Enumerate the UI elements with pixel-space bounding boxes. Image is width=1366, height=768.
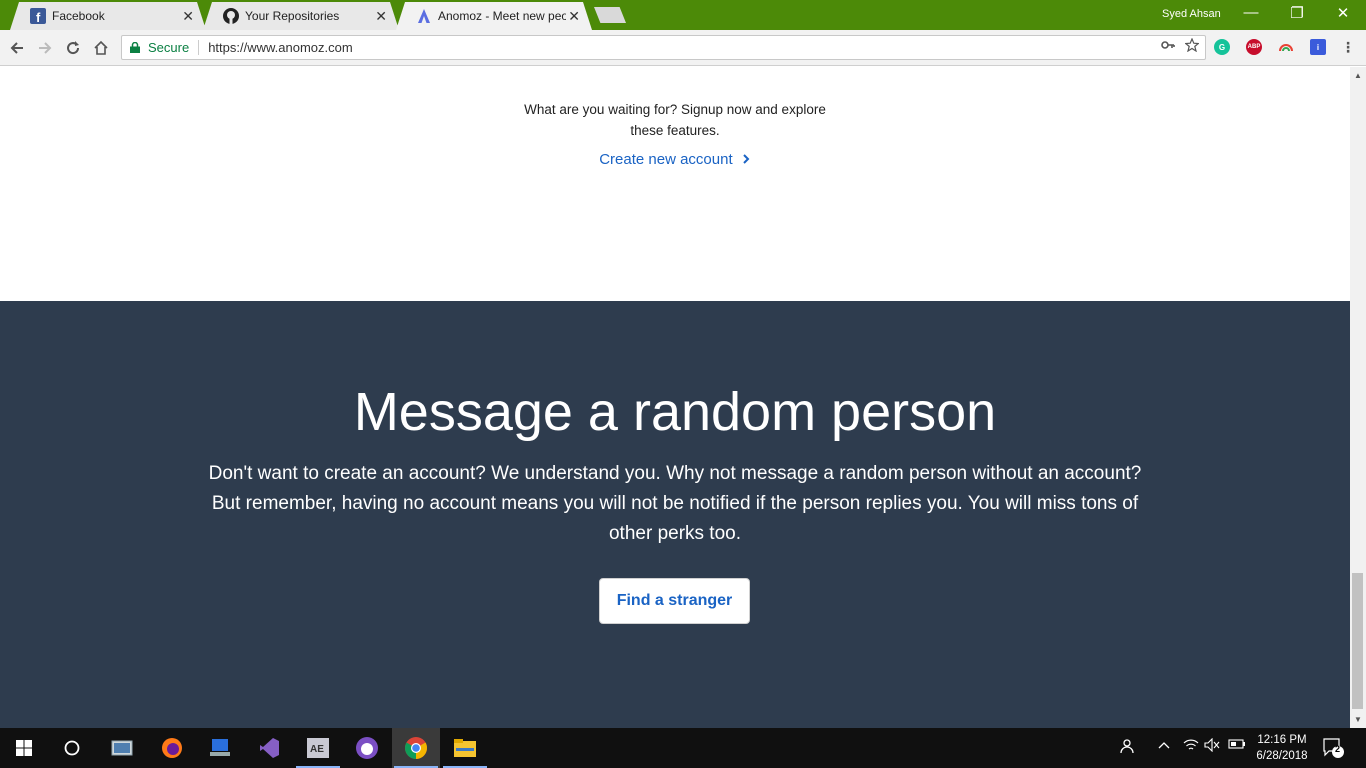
- people-icon[interactable]: [1120, 738, 1138, 757]
- notification-count: 2: [1335, 744, 1341, 754]
- file-explorer-icon[interactable]: [441, 728, 489, 768]
- create-account-label[interactable]: Create new account: [599, 151, 732, 168]
- wifi-icon[interactable]: [1183, 738, 1199, 755]
- tab-github[interactable]: Your Repositories ✕: [203, 2, 399, 30]
- address-bar[interactable]: Secure https://www.anomoz.com: [121, 35, 1206, 60]
- signup-prompt: What are you waiting for? Signup now and…: [0, 99, 1350, 141]
- reload-icon: [67, 41, 80, 55]
- firefox-icon[interactable]: [148, 728, 196, 768]
- clock-time: 12:16 PM: [1257, 734, 1307, 746]
- close-icon[interactable]: ✕: [375, 8, 387, 25]
- signup-prompt-line: What are you waiting for? Signup now and…: [524, 102, 826, 117]
- close-icon[interactable]: ✕: [182, 8, 194, 25]
- clock-date: 6/28/2018: [1256, 750, 1308, 762]
- description-line: Don't want to create an account? We unde…: [208, 463, 1142, 484]
- chrome-icon[interactable]: [392, 728, 440, 768]
- reload-button[interactable]: [62, 37, 84, 59]
- svg-text:AE: AE: [310, 744, 324, 755]
- browser-titlebar: f Facebook ✕ Your Repositories ✕ Anomoz …: [0, 0, 1366, 30]
- web-page: What are you waiting for? Signup now and…: [0, 67, 1350, 728]
- github-icon: [223, 8, 239, 24]
- github-desktop-icon[interactable]: [343, 728, 391, 768]
- back-arrow-icon: [10, 42, 23, 54]
- menu-icon[interactable]: ⋮: [1340, 39, 1356, 55]
- close-icon[interactable]: ✕: [568, 8, 580, 25]
- key-icon[interactable]: [1161, 38, 1175, 55]
- task-view-icon[interactable]: [98, 728, 146, 768]
- rainbow-extension-icon[interactable]: [1278, 39, 1294, 55]
- after-effects-icon[interactable]: AE: [294, 728, 342, 768]
- lock-icon: [130, 42, 140, 53]
- battery-icon[interactable]: [1228, 738, 1246, 753]
- section-description: Don't want to create an account? We unde…: [205, 459, 1145, 549]
- section-title: Message a random person: [353, 382, 997, 442]
- adblock-icon[interactable]: ABP: [1246, 39, 1262, 55]
- windows-taskbar: AE 12:16 PM 6/28/2018 2: [0, 728, 1366, 768]
- grammarly-icon[interactable]: G: [1214, 39, 1230, 55]
- tab-title: Your Repositories: [245, 9, 340, 23]
- scroll-down-icon[interactable]: ▼: [1354, 715, 1362, 724]
- chevron-up-icon[interactable]: [1157, 738, 1171, 755]
- browser-toolbar: Secure https://www.anomoz.com G ABP i ⋮: [0, 30, 1366, 66]
- star-icon[interactable]: [1184, 37, 1200, 55]
- forward-button[interactable]: [34, 37, 56, 59]
- url-divider: [198, 40, 200, 55]
- windows-start-icon[interactable]: [0, 728, 48, 768]
- volume-muted-icon[interactable]: [1204, 737, 1220, 755]
- restore-button[interactable]: ❐: [1274, 4, 1320, 22]
- facebook-icon: f: [30, 8, 46, 24]
- scroll-up-icon[interactable]: ▲: [1354, 71, 1362, 80]
- tab-anomoz[interactable]: Anomoz - Meet new peo ✕: [396, 2, 592, 30]
- visual-studio-icon[interactable]: [245, 728, 293, 768]
- secure-label: Secure: [148, 40, 190, 55]
- random-message-section: Message a random person Don't want to cr…: [0, 301, 1350, 728]
- scroll-thumb[interactable]: [1352, 573, 1363, 709]
- url-text[interactable]: https://www.anomoz.com: [208, 40, 353, 55]
- tab-facebook[interactable]: f Facebook ✕: [10, 2, 206, 30]
- forward-arrow-icon: [39, 42, 52, 54]
- profile-name[interactable]: Syed Ahsan: [1162, 8, 1221, 20]
- chevron-right-icon: [743, 154, 750, 164]
- description-line: But remember, having no account means yo…: [211, 493, 1139, 514]
- minimize-button[interactable]: —: [1228, 4, 1274, 21]
- close-window-button[interactable]: ✕: [1320, 4, 1366, 22]
- create-account-link[interactable]: Create new account: [0, 151, 1350, 168]
- anomoz-icon: [416, 8, 432, 24]
- page-scrollbar[interactable]: ▲ ▼: [1350, 67, 1366, 728]
- signup-prompt-line: these features.: [630, 123, 720, 138]
- home-icon: [94, 40, 108, 55]
- cortana-icon[interactable]: [48, 728, 96, 768]
- find-stranger-button[interactable]: Find a stranger: [599, 578, 750, 624]
- remote-desktop-icon[interactable]: [196, 728, 244, 768]
- home-button[interactable]: [90, 37, 112, 59]
- extension-icon[interactable]: i: [1310, 39, 1326, 55]
- tab-title: Anomoz - Meet new peo: [438, 9, 566, 23]
- svg-text:f: f: [36, 10, 41, 24]
- tab-title: Facebook: [52, 9, 105, 23]
- system-clock[interactable]: 12:16 PM 6/28/2018: [1250, 732, 1314, 764]
- back-button[interactable]: [6, 37, 28, 59]
- description-line: other perks too.: [608, 523, 742, 544]
- action-center-icon[interactable]: 2: [1323, 737, 1345, 762]
- new-tab-button[interactable]: [594, 7, 626, 23]
